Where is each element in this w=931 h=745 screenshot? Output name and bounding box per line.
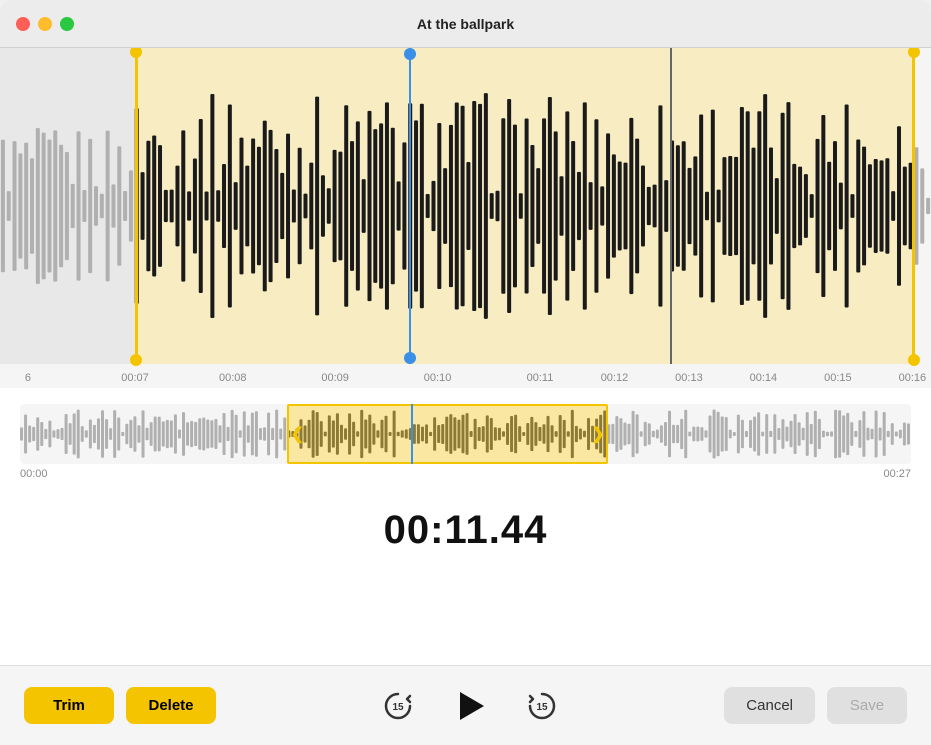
tick-9: 00:09: [321, 372, 349, 384]
main-content: 6 00:07 00:08 00:09 00:10 00:11 00:12 00…: [0, 48, 931, 745]
window-controls: [16, 17, 74, 31]
tick-16: 00:16: [899, 372, 927, 384]
tick-8: 00:08: [219, 372, 247, 384]
mini-left-handle[interactable]: ❮: [289, 406, 305, 462]
tick-7: 00:07: [121, 372, 149, 384]
toolbar-center: 15 15: [228, 684, 712, 728]
mini-timeline: 00:00 00:27: [20, 464, 911, 484]
svg-text:15: 15: [537, 702, 549, 713]
skip-fwd-button[interactable]: 15: [520, 684, 564, 728]
titlebar: At the ballpark: [0, 0, 931, 48]
tick-12: 00:12: [601, 372, 629, 384]
skip-fwd-icon: 15: [524, 688, 560, 724]
mini-waveform-section: ❮ ❯ 00:00 00:27: [0, 388, 931, 492]
close-button[interactable]: [16, 17, 30, 31]
time-display: 00:11.44: [0, 492, 931, 561]
mini-waveform-container[interactable]: ❮ ❯: [20, 404, 911, 464]
maximize-button[interactable]: [60, 17, 74, 31]
toolbar: Trim Delete 15 15: [0, 665, 931, 745]
play-button[interactable]: [448, 684, 492, 728]
mini-right-handle[interactable]: ❯: [590, 406, 606, 462]
mini-selection[interactable]: ❮ ❯: [287, 404, 608, 464]
tick-15: 00:15: [824, 372, 852, 384]
tick-13: 00:13: [675, 372, 703, 384]
waveform-area[interactable]: 6 00:07 00:08 00:09 00:10 00:11 00:12 00…: [0, 48, 931, 388]
mini-end-label: 00:27: [883, 468, 911, 480]
trim-button[interactable]: Trim: [24, 687, 114, 724]
mini-start-label: 00:00: [20, 468, 48, 480]
tick-10: 00:10: [424, 372, 452, 384]
timeline: 6 00:07 00:08 00:09 00:10 00:11 00:12 00…: [0, 364, 931, 388]
window-title: At the ballpark: [417, 16, 514, 32]
tick-11: 00:11: [527, 372, 554, 384]
skip-back-icon: 15: [380, 688, 416, 724]
cancel-button[interactable]: Cancel: [724, 687, 815, 724]
waveform-svg: [0, 48, 931, 364]
minimize-button[interactable]: [38, 17, 52, 31]
save-button[interactable]: Save: [827, 687, 907, 724]
tick-14: 00:14: [750, 372, 778, 384]
tick-6: 6: [25, 372, 31, 384]
delete-button[interactable]: Delete: [126, 687, 216, 724]
svg-text:15: 15: [393, 702, 405, 713]
mini-playhead: [411, 404, 413, 464]
skip-back-button[interactable]: 15: [376, 684, 420, 728]
play-icon: [460, 692, 484, 720]
